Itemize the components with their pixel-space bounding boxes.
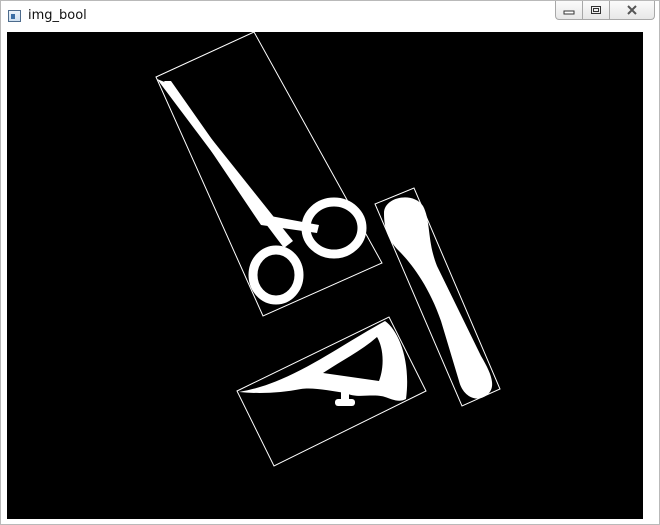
window-app-icon[interactable]: [8, 10, 21, 22]
title-bar[interactable]: img_bool: [1, 1, 659, 31]
minimize-button[interactable]: [555, 1, 583, 20]
minimize-icon: [563, 10, 575, 15]
scissors-icon: [157, 79, 367, 305]
protractor-icon: [239, 321, 408, 406]
close-icon: [627, 5, 637, 15]
close-button[interactable]: [609, 1, 655, 20]
image-window: img_bool: [0, 0, 660, 525]
scissors-bounding-box: [155, 32, 383, 317]
caption-buttons: [555, 1, 655, 21]
image-canvas: [7, 32, 643, 519]
window-title: img_bool: [28, 8, 87, 23]
restore-button[interactable]: [582, 1, 610, 20]
restore-icon: [591, 6, 601, 14]
